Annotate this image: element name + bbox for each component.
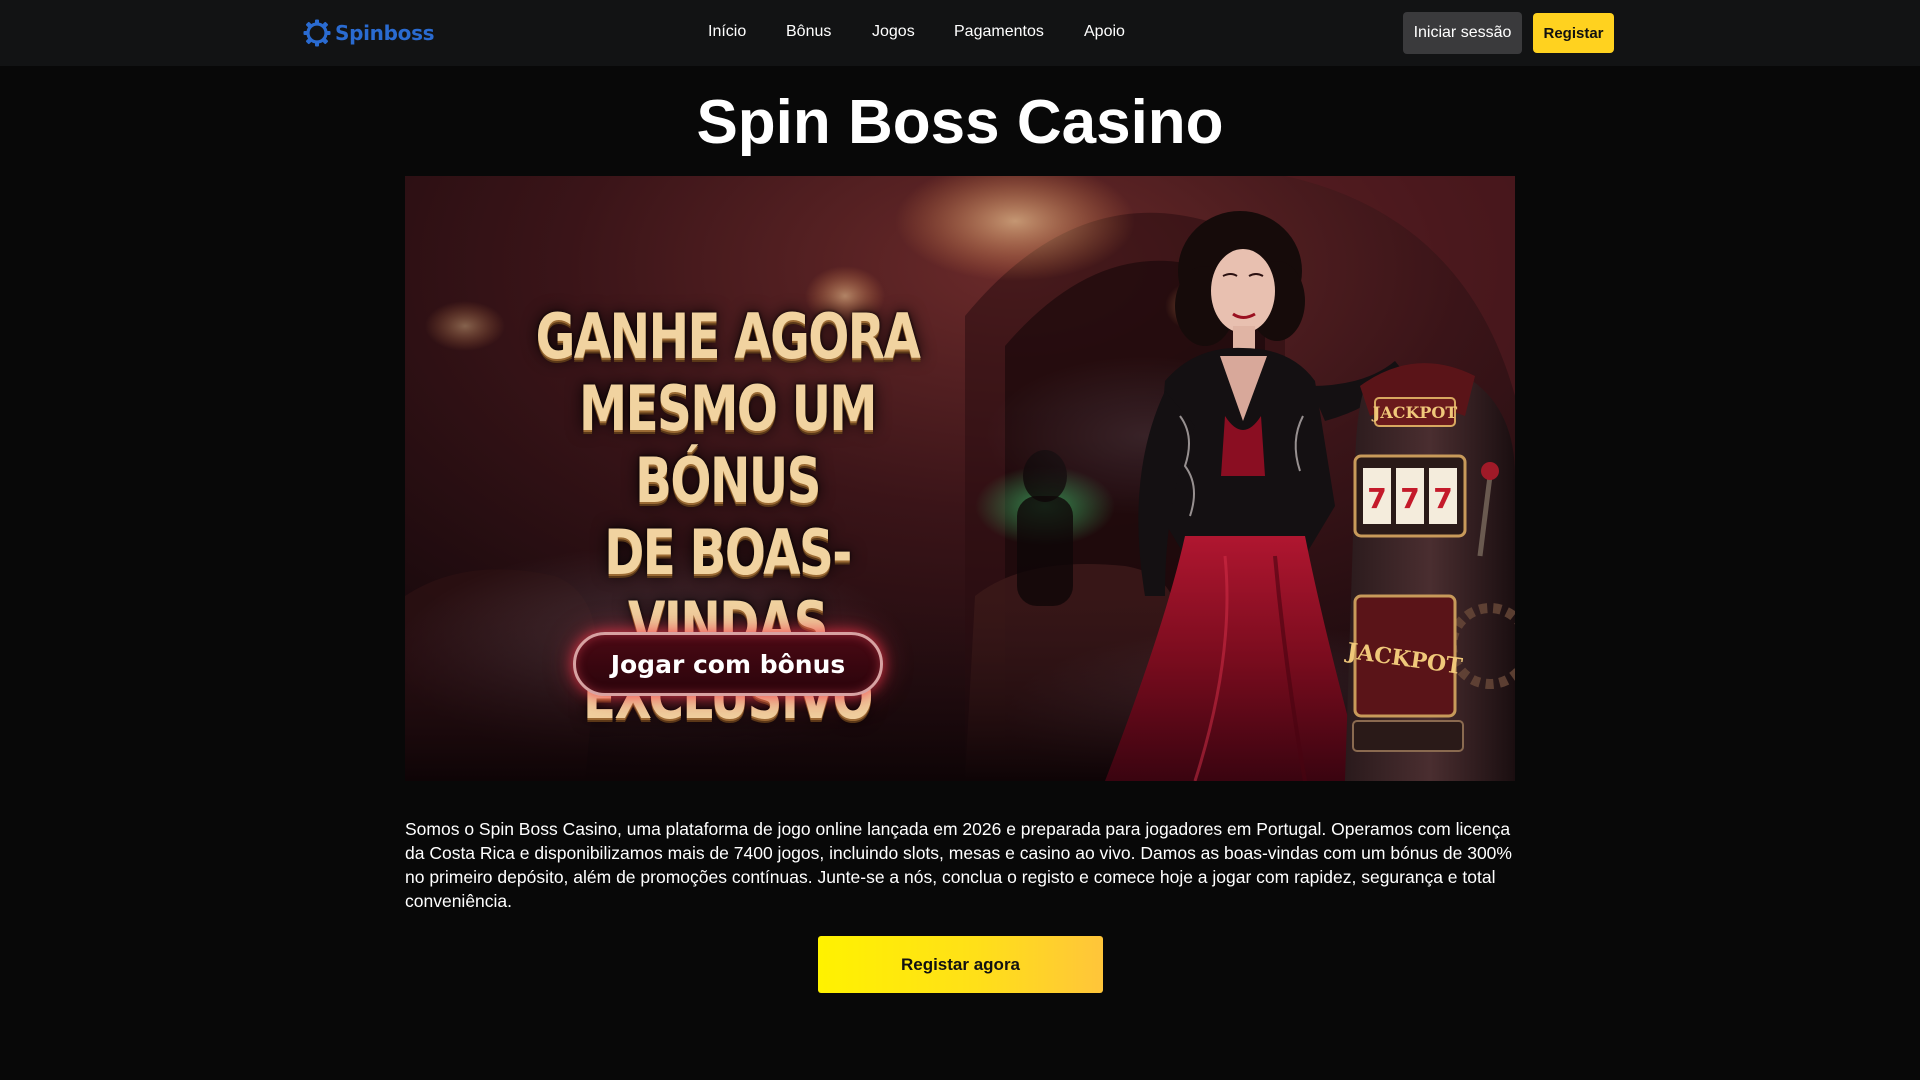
reel-1: 7 xyxy=(1367,482,1386,515)
site-header: Spinboss Início Bônus Jogos Pagamentos A… xyxy=(0,0,1920,66)
register-button[interactable]: Registar xyxy=(1533,13,1614,53)
main-nav: Início Bônus Jogos Pagamentos Apoio xyxy=(0,0,1920,66)
nav-item-apoio[interactable]: Apoio xyxy=(1084,21,1125,43)
nav-item-bonus[interactable]: Bônus xyxy=(786,21,831,43)
register-now-button[interactable]: Registar agora xyxy=(818,936,1103,993)
headline-line-2: mesmo um bónus xyxy=(579,372,878,517)
promo-banner[interactable]: JACKPOT 7 7 7 JACKPOT Ganhe agora mesmo … xyxy=(405,176,1515,781)
reel-2: 7 xyxy=(1400,482,1419,515)
nav-item-pagamentos[interactable]: Pagamentos xyxy=(954,21,1044,43)
login-button[interactable]: Iniciar sessão xyxy=(1403,12,1522,54)
page-title: Spin Boss Casino xyxy=(696,88,1224,157)
play-with-bonus-button[interactable]: Jogar com bônus xyxy=(573,632,883,696)
reel-3: 7 xyxy=(1433,482,1452,515)
nav-item-inicio[interactable]: Início xyxy=(708,21,746,43)
nav-item-jogos[interactable]: Jogos xyxy=(872,21,915,43)
slot-sign-top: JACKPOT xyxy=(1371,403,1458,422)
intro-text: Somos o Spin Boss Casino, uma plataforma… xyxy=(405,819,1512,911)
headline-line-1: Ganhe agora xyxy=(535,300,921,373)
